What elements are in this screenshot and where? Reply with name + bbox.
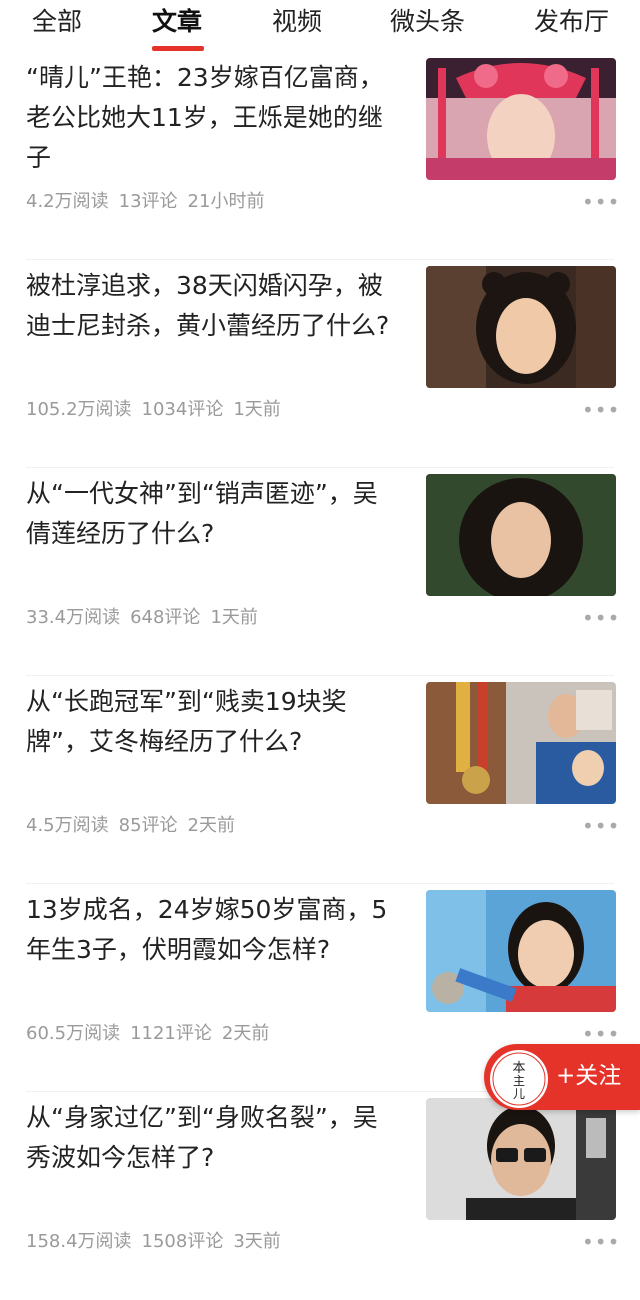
article-title[interactable]: 从“一代女神”到“销声匿迹”，吴倩莲经历了什么?	[26, 474, 396, 554]
read-count: 158.4万阅读	[26, 1231, 132, 1252]
comment-count: 85评论	[118, 815, 178, 836]
article-thumbnail[interactable]	[426, 266, 616, 388]
tab-bar: 全部 文章 视频 微头条 发布厅	[0, 0, 640, 58]
article-thumbnail[interactable]	[426, 58, 616, 180]
article-title[interactable]: 从“长跑冠军”到“贱卖19块奖牌”，艾冬梅经历了什么?	[26, 682, 396, 762]
more-options-icon[interactable]: •••	[582, 192, 619, 212]
article-thumbnail[interactable]	[426, 474, 616, 596]
article-title[interactable]: “晴儿”王艳：23岁嫁百亿富商，老公比她大11岁，王烁是她的继子	[26, 58, 396, 178]
read-count: 4.5万阅读	[26, 815, 109, 836]
article-meta: 105.2万阅读 1034评论 1天前	[26, 398, 291, 422]
more-options-icon[interactable]: •••	[582, 816, 619, 836]
tab-all[interactable]: 全部	[32, 6, 82, 38]
tab-micro-headlines[interactable]: 微头条	[390, 6, 465, 38]
publish-time: 3天前	[233, 1231, 281, 1252]
read-count: 60.5万阅读	[26, 1023, 121, 1044]
publish-time: 1天前	[233, 399, 281, 420]
article-title[interactable]: 被杜淳追求，38天闪婚闪孕，被迪士尼封杀，黄小蕾经历了什么?	[26, 266, 396, 346]
comment-count: 1121评论	[130, 1023, 212, 1044]
article-item[interactable]: 从“身家过亿”到“身败名裂”，吴秀波如今怎样了? 158.4万阅读 1508评论 3…	[0, 1092, 640, 1300]
article-thumbnail[interactable]	[426, 682, 616, 804]
article-meta: 4.5万阅读 85评论 2天前	[26, 814, 245, 838]
active-tab-indicator	[152, 46, 204, 51]
article-meta: 60.5万阅读 1121评论 2天前	[26, 1022, 279, 1046]
svg-text:主: 主	[513, 1074, 525, 1088]
follow-button[interactable]: 本 主 儿 +关注	[484, 1044, 640, 1110]
article-meta: 158.4万阅读 1508评论 3天前	[26, 1230, 291, 1254]
more-options-icon[interactable]: •••	[582, 400, 619, 420]
article-thumbnail[interactable]	[426, 1098, 616, 1220]
tab-articles[interactable]: 文章	[152, 6, 202, 38]
article-item[interactable]: “晴儿”王艳：23岁嫁百亿富商，老公比她大11岁，王烁是她的继子 4.2万阅读 1…	[0, 52, 640, 260]
author-avatar[interactable]: 本 主 儿	[490, 1050, 548, 1108]
comment-count: 648评论	[130, 607, 201, 628]
comment-count: 1508评论	[141, 1231, 224, 1252]
article-meta: 4.2万阅读 13评论 21小时前	[26, 190, 274, 214]
article-item[interactable]: 从“长跑冠军”到“贱卖19块奖牌”，艾冬梅经历了什么? 4.5万阅读 85评论 2天…	[0, 676, 640, 884]
article-item[interactable]: 被杜淳追求，38天闪婚闪孕，被迪士尼封杀，黄小蕾经历了什么? 105.2万阅读 1…	[0, 260, 640, 468]
read-count: 33.4万阅读	[26, 607, 121, 628]
publish-time: 21小时前	[187, 191, 265, 212]
article-title[interactable]: 13岁成名，24岁嫁50岁富商，5年生3子，伏明霞如今怎样?	[26, 890, 396, 970]
read-count: 4.2万阅读	[26, 191, 109, 212]
svg-text:儿: 儿	[513, 1087, 525, 1101]
tab-release-hall[interactable]: 发布厅	[534, 6, 609, 38]
tab-videos[interactable]: 视频	[272, 6, 322, 38]
more-options-icon[interactable]: •••	[582, 1024, 619, 1044]
article-thumbnail[interactable]	[426, 890, 616, 1012]
read-count: 105.2万阅读	[26, 399, 132, 420]
article-meta: 33.4万阅读 648评论 1天前	[26, 606, 268, 630]
more-options-icon[interactable]: •••	[582, 608, 619, 628]
publish-time: 2天前	[187, 815, 235, 836]
article-item[interactable]: 从“一代女神”到“销声匿迹”，吴倩莲经历了什么? 33.4万阅读 648评论 1天前…	[0, 468, 640, 676]
publish-time: 2天前	[221, 1023, 270, 1044]
publish-time: 1天前	[210, 607, 258, 628]
article-title[interactable]: 从“身家过亿”到“身败名裂”，吴秀波如今怎样了?	[26, 1098, 396, 1178]
comment-count: 1034评论	[141, 399, 224, 420]
more-options-icon[interactable]: •••	[582, 1232, 619, 1252]
follow-label: +关注	[556, 1063, 622, 1089]
comment-count: 13评论	[118, 191, 178, 212]
